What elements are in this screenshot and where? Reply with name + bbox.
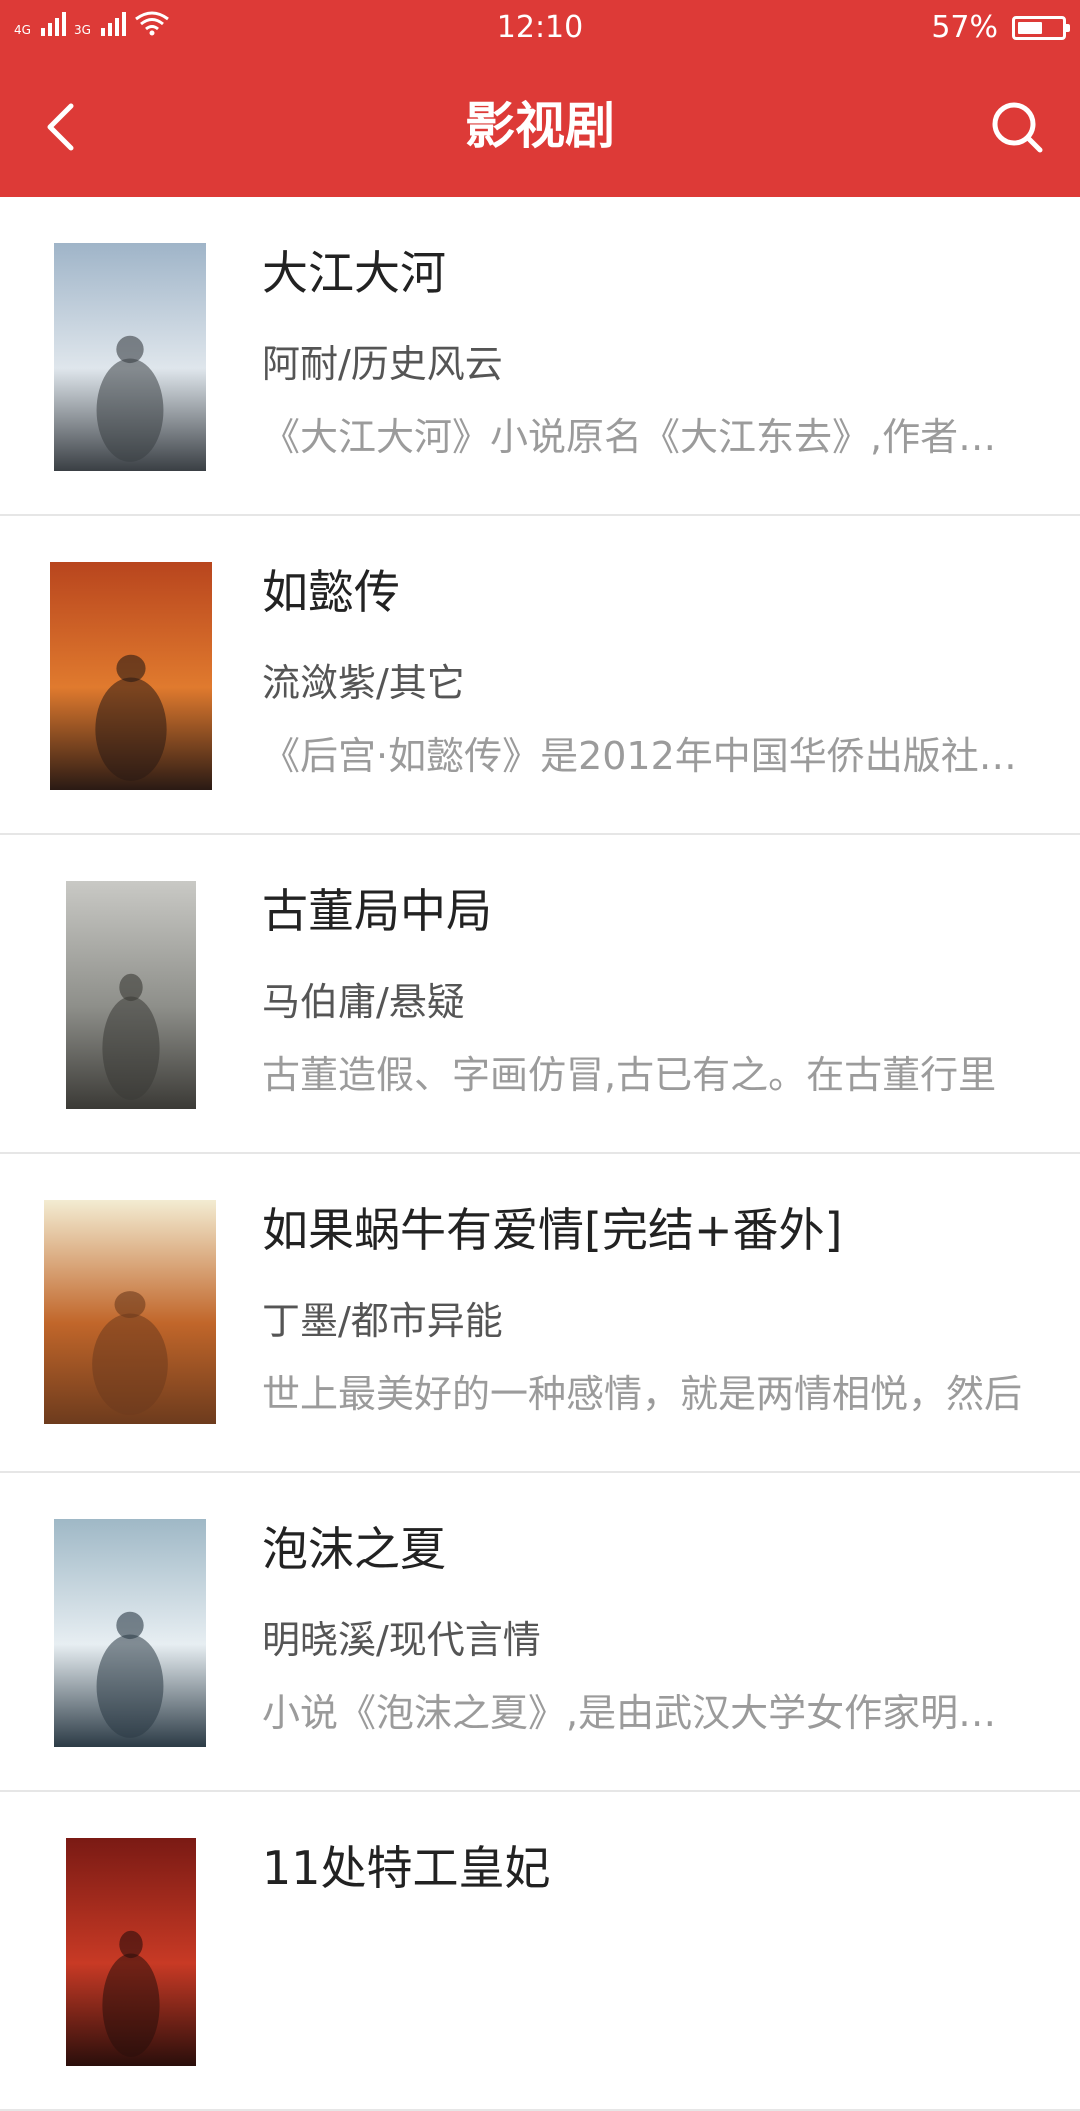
list-item[interactable]: 古董局中局马伯庸/悬疑古董造假、字画仿冒,古已有之。在古董行里 <box>0 835 1080 1154</box>
cover-image <box>66 1838 196 2066</box>
item-title: 泡沫之夏 <box>262 1522 446 1576</box>
status-bar: 4G 3G 12:10 57% <box>0 0 1080 56</box>
battery-group: 57% <box>931 10 1070 45</box>
battery-icon <box>1012 16 1070 40</box>
item-author-genre: 阿耐/历史风云 <box>262 342 503 386</box>
item-author-genre: 流潋紫/其它 <box>262 661 465 705</box>
list-item[interactable]: 如懿传流潋紫/其它《后宫·如懿传》是2012年中国华侨出版社出版 <box>0 516 1080 835</box>
page-title: 影视剧 <box>465 97 615 155</box>
cover-image <box>50 562 212 790</box>
item-title: 大江大河 <box>262 246 446 300</box>
cover-art <box>66 881 196 1109</box>
cover-image <box>54 1519 206 1747</box>
item-description: 世上最美好的一种感情，就是两情相悦，然后 <box>262 1372 1023 1416</box>
item-title: 如果蜗牛有爱情[完结+番外] <box>262 1203 843 1257</box>
item-description: 《后宫·如懿传》是2012年中国华侨出版社出版 <box>262 734 1024 778</box>
item-author-genre: 明晓溪/现代言情 <box>262 1618 541 1662</box>
list-item[interactable]: 大江大河阿耐/历史风云《大江大河》小说原名《大江东去》,作者阿耐 <box>0 197 1080 516</box>
drama-list: 大江大河阿耐/历史风云《大江大河》小说原名《大江东去》,作者阿耐如懿传流潋紫/其… <box>0 197 1080 2111</box>
cover-image <box>44 1200 216 1424</box>
item-author-genre: 丁墨/都市异能 <box>262 1299 503 1343</box>
item-description: 小说《泡沫之夏》,是由武汉大学女作家明晓溪 <box>262 1691 1024 1735</box>
app-bar: 影视剧 <box>0 56 1080 197</box>
item-title: 如懿传 <box>262 565 400 619</box>
item-title: 古董局中局 <box>262 884 492 938</box>
cover-art <box>50 562 212 790</box>
item-description: 《大江大河》小说原名《大江东去》,作者阿耐 <box>262 415 1024 459</box>
status-time: 12:10 <box>496 10 584 45</box>
search-button[interactable] <box>982 92 1052 162</box>
cover-art <box>44 1200 216 1424</box>
cover-art <box>54 243 206 471</box>
battery-tip <box>1066 24 1070 32</box>
list-item[interactable]: 11处特工皇妃 <box>0 1792 1080 2111</box>
battery-percent: 57% <box>931 10 998 45</box>
cover-image <box>54 243 206 471</box>
cover-art <box>66 1838 196 2066</box>
cover-art <box>54 1519 206 1747</box>
cover-image <box>66 881 196 1109</box>
battery-fill <box>1018 22 1042 34</box>
list-item[interactable]: 如果蜗牛有爱情[完结+番外] 丁墨/都市异能世上最美好的一种感情，就是两情相悦，然… <box>0 1154 1080 1473</box>
item-description: 古董造假、字画仿冒,古已有之。在古董行里 <box>262 1053 997 1097</box>
list-item[interactable]: 泡沫之夏明晓溪/现代言情小说《泡沫之夏》,是由武汉大学女作家明晓溪 <box>0 1473 1080 1792</box>
search-icon <box>992 102 1043 153</box>
item-author-genre: 马伯庸/悬疑 <box>262 980 465 1024</box>
item-title: 11处特工皇妃 <box>262 1841 551 1895</box>
